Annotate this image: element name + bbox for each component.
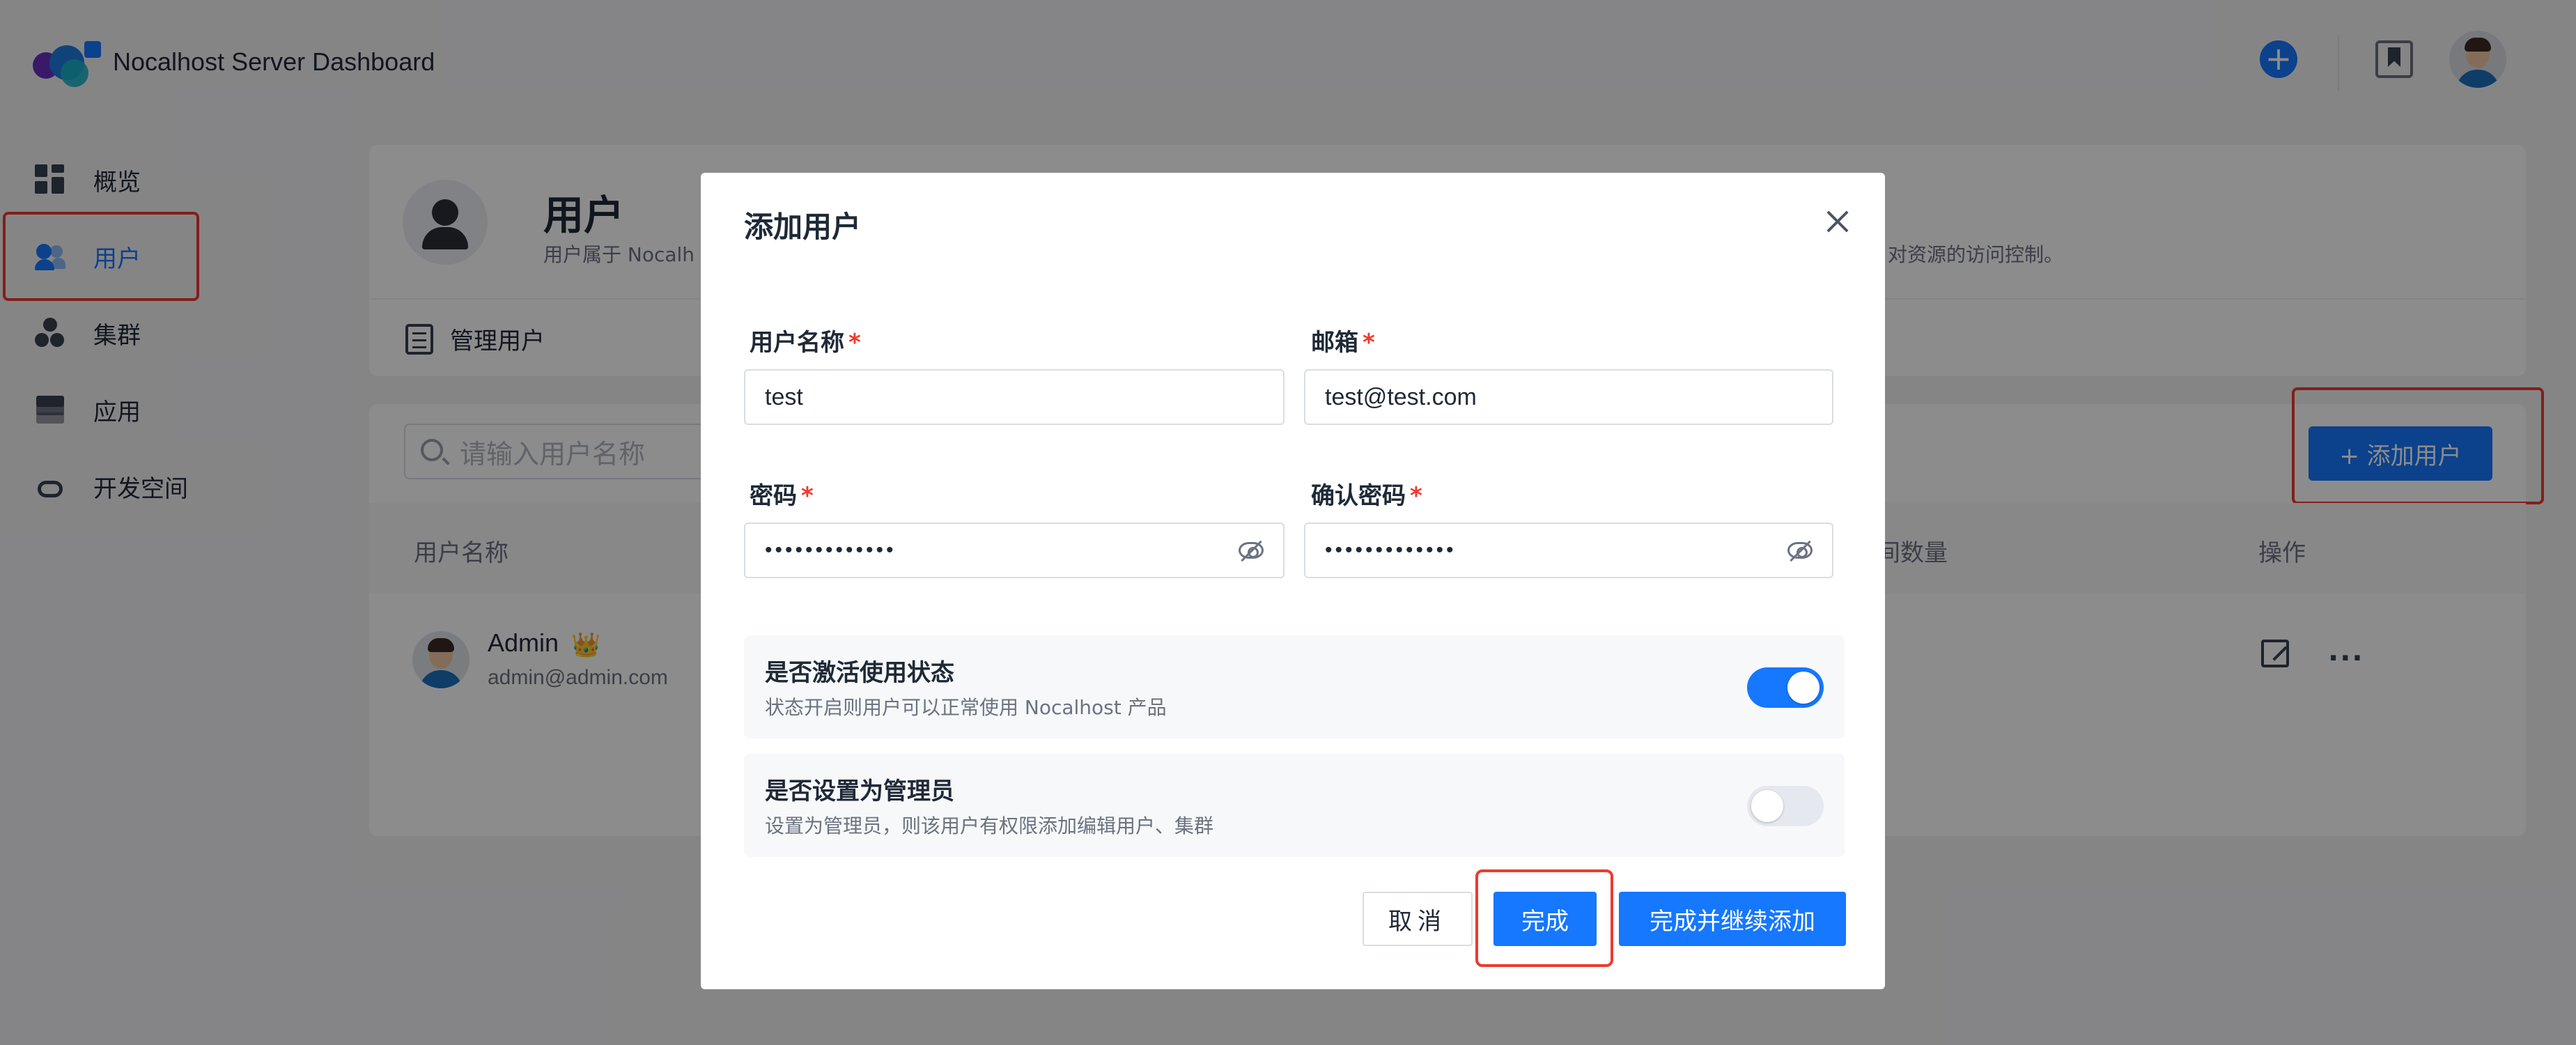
toggle-description: 状态开启则用户可以正常使用 Nocalhost 产品 xyxy=(765,696,1167,719)
toggle-title: 是否激活使用状态 xyxy=(765,659,954,687)
confirm-password-value: ••••••••••••• xyxy=(1325,539,1457,562)
active-toggle-row: 是否激活使用状态 状态开启则用户可以正常使用 Nocalhost 产品 xyxy=(744,635,1845,738)
admin-switch[interactable] xyxy=(1747,786,1824,826)
admin-toggle-row: 是否设置为管理员 设置为管理员，则该用户有权限添加编辑用户、集群 xyxy=(744,754,1845,857)
username-field[interactable]: test xyxy=(744,369,1285,425)
email-field[interactable]: test@test.com xyxy=(1304,369,1833,425)
highlight-box xyxy=(1475,869,1613,967)
password-label: 密码 * xyxy=(750,482,814,510)
confirm-password-field[interactable]: ••••••••••••• xyxy=(1304,522,1833,578)
active-switch[interactable] xyxy=(1747,667,1824,708)
username-label: 用户名称 * xyxy=(750,329,861,357)
eye-slash-icon[interactable] xyxy=(1787,542,1813,559)
toggle-description: 设置为管理员，则该用户有权限添加编辑用户、集群 xyxy=(765,814,1214,837)
password-value: ••••••••••••• xyxy=(765,539,897,562)
add-user-modal: 添加用户 用户名称 * test 邮箱 * test@test.com 密码 * ••… xyxy=(701,173,1885,989)
confirm-password-label: 确认密码 * xyxy=(1311,482,1422,510)
close-icon[interactable] xyxy=(1822,206,1853,237)
eye-slash-icon[interactable] xyxy=(1239,542,1264,559)
cancel-button[interactable]: 取消 xyxy=(1363,892,1473,946)
toggle-title: 是否设置为管理员 xyxy=(765,777,954,805)
password-field[interactable]: ••••••••••••• xyxy=(744,522,1285,578)
email-label: 邮箱 * xyxy=(1311,329,1375,357)
done-and-continue-button[interactable]: 完成并继续添加 xyxy=(1619,892,1846,946)
modal-title: 添加用户 xyxy=(744,210,862,244)
